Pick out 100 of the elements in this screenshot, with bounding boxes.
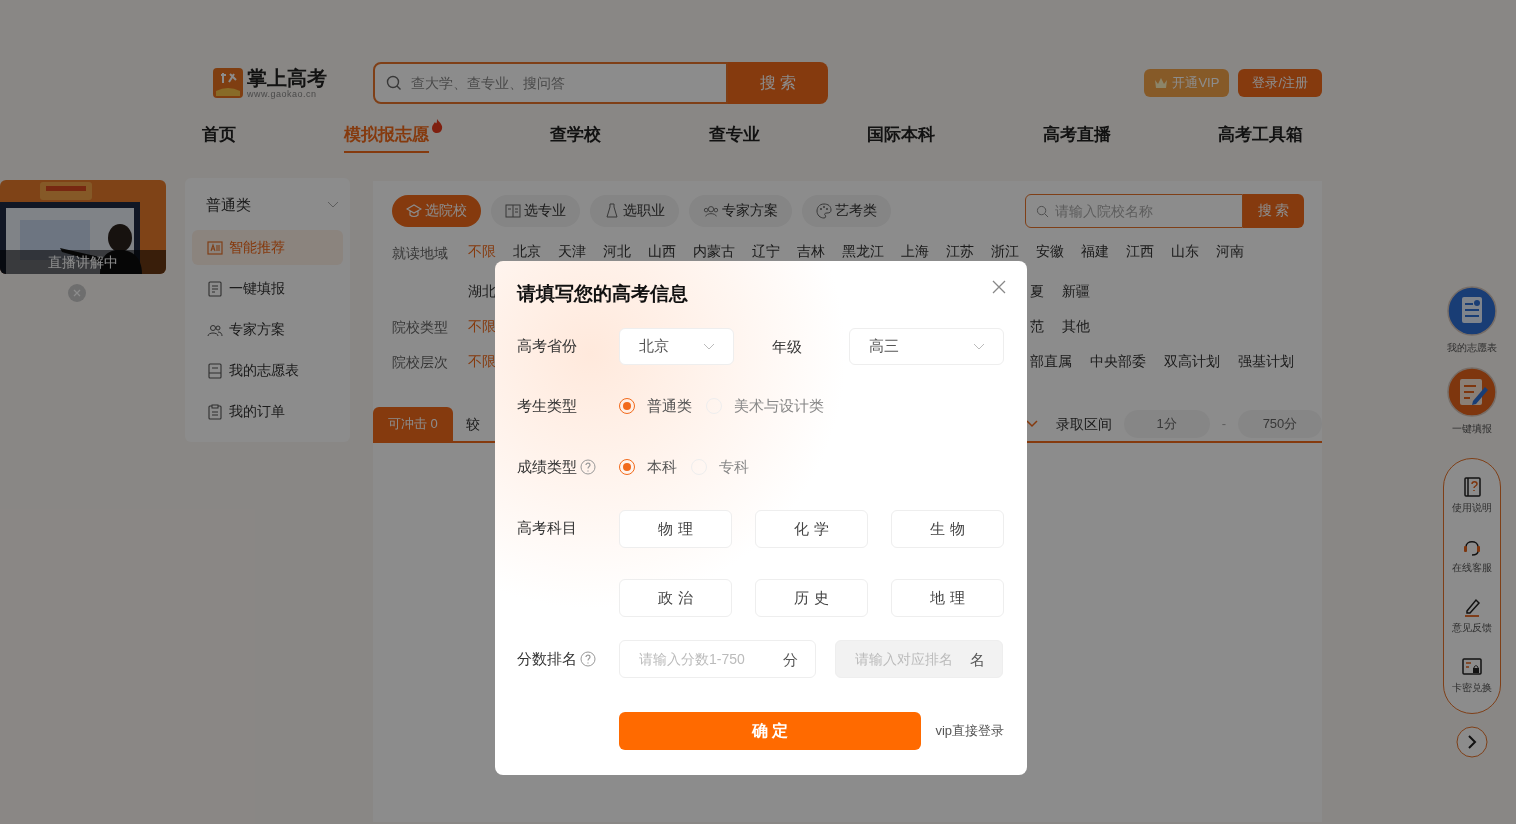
filter-option[interactable]: 中央部委	[1090, 351, 1146, 372]
filter-option[interactable]: 强基计划	[1238, 351, 1294, 372]
document-icon[interactable]	[1447, 286, 1497, 336]
nav-tab[interactable]: 查专业	[708, 122, 760, 151]
radio-option[interactable]: 专科	[691, 455, 749, 479]
unit-label: 分	[783, 650, 798, 670]
filter-option[interactable]: 山东	[1171, 241, 1199, 262]
sidebar-item[interactable]: 专家方案	[192, 312, 343, 347]
sidebar-item[interactable]: 一键填报	[192, 271, 343, 306]
chevron-right-icon[interactable]	[1456, 726, 1488, 758]
tool-label[interactable]: 使用说明	[1452, 500, 1492, 515]
filter-label: 院校层次	[392, 353, 448, 370]
filter-option[interactable]: 山西	[648, 241, 676, 262]
dialog-title: 请填写您的高考信息	[517, 282, 688, 306]
filter-option[interactable]: 吉林	[797, 241, 825, 262]
province-select[interactable]: 北京	[619, 328, 734, 365]
category-dropdown[interactable]: 普通类	[192, 192, 343, 218]
search-field[interactable]: 查大学、查专业、搜问答	[373, 62, 728, 104]
tool-label[interactable]: 在线客服	[1452, 560, 1492, 575]
search-icon	[1036, 204, 1049, 218]
clipboard-icon	[207, 403, 223, 420]
filter-option[interactable]: 河南	[1216, 241, 1244, 262]
filter-option[interactable]: 湖北	[468, 281, 496, 302]
help-book-icon[interactable]	[1462, 477, 1482, 497]
radio-option[interactable]: 美术与设计类	[706, 394, 824, 418]
filter-option[interactable]: 天津	[558, 241, 586, 262]
filter-option[interactable]: 双高计划	[1164, 351, 1220, 372]
filter-label: 院校类型	[392, 318, 448, 335]
table-icon	[207, 362, 223, 379]
tool-label[interactable]: 意见反馈	[1452, 620, 1492, 635]
chevron-down-icon	[973, 342, 985, 351]
filter-option[interactable]: 辽宁	[752, 241, 780, 262]
filter-option[interactable]: 上海	[901, 241, 929, 262]
chevron-down-icon	[702, 342, 715, 351]
chevron-down-icon[interactable]	[1025, 420, 1038, 428]
field-label: 成绩类型	[517, 456, 577, 477]
nav-tab[interactable]: 高考直播	[1042, 122, 1111, 151]
nav-tab[interactable]: 查学校	[550, 122, 601, 151]
mode-tab[interactable]: 专家方案	[689, 194, 792, 227]
filter-option[interactable]: 浙江	[991, 241, 1019, 262]
subject-option[interactable]: 生 物	[891, 510, 1004, 548]
radio-option[interactable]: 本科	[619, 455, 677, 479]
result-tab[interactable]: 较	[452, 407, 480, 441]
field-label: 考生类型	[517, 395, 577, 416]
nav-tab[interactable]: 首页	[202, 122, 236, 151]
filter-option[interactable]: 其他	[1062, 316, 1090, 337]
subject-option[interactable]: 化 学	[755, 510, 868, 548]
max-score-field[interactable]: 750分	[1238, 410, 1322, 438]
ai-icon	[207, 239, 223, 256]
help-icon[interactable]	[580, 459, 596, 475]
unit-label: 名	[970, 650, 985, 670]
filter-option[interactable]: 江西	[1126, 241, 1154, 262]
search-icon	[386, 75, 402, 91]
notepad-icon[interactable]	[1447, 367, 1497, 417]
logo-icon[interactable]	[212, 67, 244, 99]
live-caption: 直播讲解中	[48, 252, 118, 272]
radio-option[interactable]: 普通类	[619, 394, 692, 418]
filter-option[interactable]: 福建	[1081, 241, 1109, 262]
close-icon[interactable]	[992, 280, 1006, 294]
field-label: 高考科目	[517, 518, 577, 539]
nav-tab[interactable]: 高考工具箱	[1218, 122, 1303, 151]
filter-option[interactable]: 部直属	[1030, 351, 1072, 372]
field-label: 分数排名	[517, 648, 577, 669]
tool-label[interactable]: 卡密兑换	[1452, 680, 1492, 695]
help-icon[interactable]	[580, 651, 596, 667]
subject-option[interactable]: 政 治	[619, 579, 732, 617]
form-icon	[207, 280, 223, 297]
sidebar-item[interactable]: 我的志愿表	[192, 353, 343, 388]
subject-option[interactable]: 物 理	[619, 510, 732, 548]
chevron-down-icon	[327, 201, 339, 209]
filter-option[interactable]: 内蒙古	[693, 241, 735, 262]
sidebar-item[interactable]: 我的订单	[192, 394, 343, 429]
confirm-button[interactable]: 确 定	[619, 712, 921, 750]
card-lock-icon[interactable]	[1462, 657, 1482, 677]
graduation-cap-icon	[406, 202, 422, 219]
grade-select[interactable]: 高三	[849, 328, 1004, 365]
subject-option[interactable]: 地 理	[891, 579, 1004, 617]
logo-url: www.gaokao.cn	[247, 89, 318, 99]
field-label: 年级	[771, 337, 802, 355]
pencil-icon[interactable]	[1462, 597, 1482, 617]
mode-tab[interactable]: 艺考类	[802, 194, 891, 227]
filter-option[interactable]: 安徽	[1036, 241, 1064, 262]
filter-option[interactable]: 夏	[1030, 281, 1044, 302]
palette-icon	[816, 202, 832, 219]
subject-option[interactable]: 历 史	[755, 579, 868, 617]
filter-option[interactable]: 江苏	[946, 241, 974, 262]
filter-option[interactable]: 范	[1030, 316, 1044, 337]
min-score-field[interactable]: 1分	[1123, 410, 1210, 438]
nav-tab[interactable]: 国际本科	[867, 122, 935, 151]
filter-option[interactable]: 北京	[513, 241, 541, 262]
filter-option[interactable]: 河北	[603, 241, 631, 262]
vip-login-link[interactable]: vip直接登录	[935, 721, 1004, 741]
shortcut-label[interactable]: 我的志愿表	[1447, 340, 1497, 355]
filter-option[interactable]: 新疆	[1062, 281, 1090, 302]
crown-icon	[1154, 77, 1169, 89]
filter-option[interactable]: 黑龙江	[842, 241, 884, 262]
mode-tab[interactable]: 选职业	[590, 194, 679, 227]
range-label: 录取区间	[1055, 414, 1112, 434]
logo-title[interactable]: 掌上高考	[247, 67, 327, 88]
mode-tab[interactable]: 选专业	[491, 194, 580, 227]
